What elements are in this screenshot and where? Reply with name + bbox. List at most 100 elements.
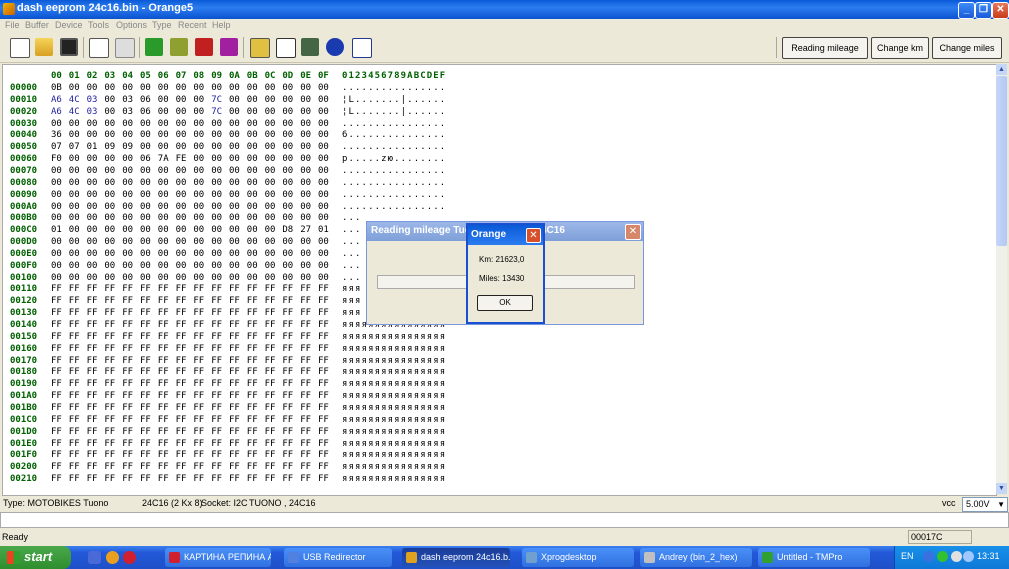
hex-byte[interactable]: 00 [176, 142, 187, 152]
hex-byte[interactable]: 01 [51, 225, 62, 235]
ascii-text[interactable]: ... [342, 213, 362, 223]
menu-file[interactable]: File [5, 20, 20, 30]
hex-byte[interactable]: 00 [104, 178, 115, 188]
hex-byte[interactable]: FF [69, 344, 80, 354]
hex-byte[interactable]: 00 [140, 261, 151, 271]
hex-byte[interactable]: FF [69, 450, 80, 460]
hex-byte[interactable]: FF [104, 367, 115, 377]
hex-byte[interactable]: FF [140, 427, 151, 437]
hex-byte[interactable]: FF [176, 284, 187, 294]
hex-byte[interactable]: 00 [69, 237, 80, 247]
menu-recent[interactable]: Recent [178, 20, 207, 30]
hex-byte[interactable]: FF [282, 462, 293, 472]
paste-icon[interactable] [115, 38, 135, 58]
hex-byte[interactable]: FF [300, 462, 311, 472]
hex-byte[interactable]: FF [69, 308, 80, 318]
change-km-button[interactable]: Change km [871, 37, 929, 59]
hex-byte[interactable]: 00 [265, 202, 276, 212]
hex-byte[interactable]: 00 [140, 202, 151, 212]
hex-byte[interactable]: FF [247, 439, 258, 449]
hex-byte[interactable]: FF [211, 427, 222, 437]
hex-byte[interactable]: FF [122, 474, 133, 484]
hex-byte[interactable]: FF [104, 308, 115, 318]
hex-byte[interactable]: 00 [122, 273, 133, 283]
hex-byte[interactable]: 00 [158, 83, 169, 93]
hex-byte[interactable]: 00 [104, 83, 115, 93]
hex-byte[interactable]: 00 [140, 130, 151, 140]
hex-byte[interactable]: 00 [140, 273, 151, 283]
hex-byte[interactable]: 00 [300, 95, 311, 105]
hex-byte[interactable]: 00 [104, 202, 115, 212]
hex-byte[interactable]: FF [87, 415, 98, 425]
hex-byte[interactable]: FF [158, 474, 169, 484]
hex-byte[interactable]: 00 [158, 237, 169, 247]
hex-byte[interactable]: FF [176, 296, 187, 306]
ascii-text[interactable]: ¦L.......|...... [342, 95, 446, 105]
hex-byte[interactable]: 00 [140, 249, 151, 259]
hex-byte[interactable]: FF [87, 450, 98, 460]
hex-byte[interactable]: 00 [282, 119, 293, 129]
hex-byte[interactable]: FF [318, 344, 329, 354]
vcc-select[interactable]: 5.00V ▼ [962, 497, 1008, 512]
hex-byte[interactable]: FF [282, 356, 293, 366]
hex-byte[interactable]: FF [87, 427, 98, 437]
hex-byte[interactable]: FF [158, 308, 169, 318]
hex-byte[interactable]: FF [176, 450, 187, 460]
hex-byte[interactable]: 00 [229, 178, 240, 188]
hex-byte[interactable]: 27 [300, 225, 311, 235]
hex-byte[interactable]: FF [211, 308, 222, 318]
hex-byte[interactable]: FF [104, 427, 115, 437]
hex-byte[interactable]: FF [69, 332, 80, 342]
hex-byte[interactable]: FF [211, 296, 222, 306]
hex-byte[interactable]: 00 [300, 213, 311, 223]
hex-byte[interactable]: FF [51, 391, 62, 401]
hex-byte[interactable]: 00 [265, 261, 276, 271]
hex-byte[interactable]: 00 [229, 119, 240, 129]
hex-byte[interactable]: 06 [140, 95, 151, 105]
hex-byte[interactable]: 00 [122, 202, 133, 212]
hex-byte[interactable]: FF [265, 439, 276, 449]
hex-byte[interactable]: 00 [211, 261, 222, 271]
hex-byte[interactable]: 00 [140, 166, 151, 176]
hex-byte[interactable]: 00 [300, 261, 311, 271]
hex-byte[interactable]: 09 [122, 142, 133, 152]
hex-byte[interactable]: 00 [318, 130, 329, 140]
hex-byte[interactable]: 01 [87, 142, 98, 152]
hex-byte[interactable]: 00 [247, 190, 258, 200]
hex-byte[interactable]: FF [140, 450, 151, 460]
hex-byte[interactable]: 00 [247, 225, 258, 235]
hex-byte[interactable]: FF [318, 284, 329, 294]
hex-byte[interactable]: 00 [211, 213, 222, 223]
hex-byte[interactable]: FF [176, 403, 187, 413]
taskbar-item[interactable]: dash eeprom 24c16.b... [402, 548, 510, 567]
hex-byte[interactable]: FF [318, 296, 329, 306]
hex-byte[interactable]: 00 [104, 261, 115, 271]
device-icon[interactable] [301, 38, 319, 56]
hex-byte[interactable]: FF [300, 379, 311, 389]
hex-byte[interactable]: 00 [158, 202, 169, 212]
hex-byte[interactable]: 00 [318, 142, 329, 152]
hex-byte[interactable]: FF [282, 344, 293, 354]
hex-byte[interactable]: 00 [87, 273, 98, 283]
hex-byte[interactable]: FF [158, 391, 169, 401]
hex-byte[interactable]: FF [69, 403, 80, 413]
hex-byte[interactable]: 00 [300, 83, 311, 93]
hex-byte[interactable]: 00 [265, 119, 276, 129]
opera-icon[interactable] [123, 551, 136, 564]
hex-byte[interactable]: 00 [318, 178, 329, 188]
hex-byte[interactable]: 00 [104, 249, 115, 259]
hex-byte[interactable]: 7C [211, 95, 222, 105]
hex-byte[interactable]: 00 [193, 154, 204, 164]
hex-byte[interactable]: FF [282, 403, 293, 413]
hex-byte[interactable]: 00 [122, 166, 133, 176]
hex-byte[interactable]: 00 [211, 154, 222, 164]
hex-byte[interactable]: FF [247, 427, 258, 437]
hex-byte[interactable]: 00 [140, 83, 151, 93]
hex-byte[interactable]: FF [140, 379, 151, 389]
hex-byte[interactable]: 00 [69, 213, 80, 223]
hex-byte[interactable]: 00 [104, 95, 115, 105]
hex-byte[interactable]: FF [51, 367, 62, 377]
hex-byte[interactable]: 00 [69, 190, 80, 200]
hex-byte[interactable]: 00 [51, 190, 62, 200]
hex-byte[interactable]: FF [87, 439, 98, 449]
